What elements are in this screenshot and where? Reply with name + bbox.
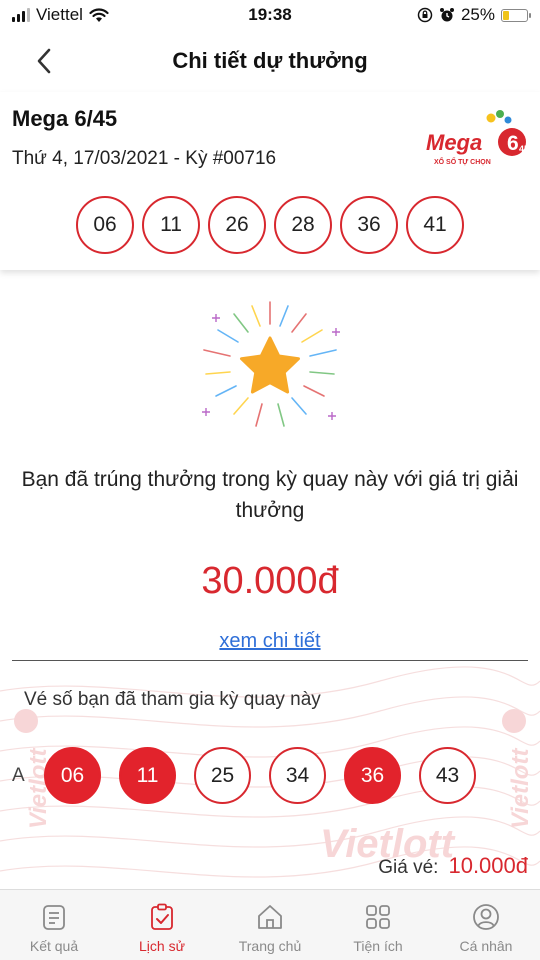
ticket-number-matched: 06: [44, 747, 101, 804]
home-icon: [258, 905, 282, 929]
svg-text:XỔ SỐ TỰ CHỌN: XỔ SỐ TỰ CHỌN: [434, 156, 491, 166]
status-right: 25%: [417, 5, 531, 25]
page-title: Chi tiết dự thưởng: [172, 48, 368, 73]
alarm-icon: [439, 8, 454, 22]
winning-number-ball: 36: [340, 196, 398, 254]
tab-label: Kết quả: [29, 938, 79, 954]
battery-percent: 25%: [460, 5, 495, 24]
svg-text:6: 6: [507, 132, 519, 155]
price-label: Giá vé:: [378, 857, 439, 878]
ticket-number-matched: 36: [344, 747, 401, 804]
winning-number-ball: 28: [274, 196, 332, 254]
status-bar: Viettel 19:38 25%: [0, 0, 540, 32]
game-name: Mega 6/45: [12, 106, 118, 131]
ticket-price: Giá vé: 10.000đ: [378, 853, 528, 879]
winning-number-ball: 06: [76, 196, 134, 254]
ticket-number: 34: [269, 747, 326, 804]
tab-label: Tiện ích: [353, 938, 403, 954]
draw-info: Thứ 4, 17/03/2021 - Kỳ #00716: [12, 148, 277, 169]
star-burst-icon: [202, 301, 340, 427]
view-details-link[interactable]: xem chi tiết: [0, 630, 540, 653]
draw-card: Mega 6/45 Thứ 4, 17/03/2021 - Kỳ #00716 …: [0, 92, 540, 270]
win-message: Bạn đã trúng thưởng trong kỳ quay này vớ…: [21, 468, 519, 522]
ticket-number: 25: [194, 747, 251, 804]
winning-number-ball: 11: [142, 196, 200, 254]
ticket-section: Vietlott Vietlott Vietlott Vé số bạn đã …: [0, 661, 540, 889]
ticket-number: 43: [419, 747, 476, 804]
winning-number-ball: 26: [208, 196, 266, 254]
svg-text:45: 45: [519, 144, 529, 154]
battery-level: [503, 10, 509, 20]
price-value: 10.000đ: [448, 853, 528, 878]
rotation-lock-icon: [417, 7, 433, 23]
ticket-heading: Vé số bạn đã tham gia kỳ quay này: [24, 689, 321, 710]
ticket-number-matched: 11: [119, 747, 176, 804]
tab-ca-nhan[interactable]: Cá nhân: [432, 890, 540, 960]
results-icon: [43, 905, 65, 930]
tab-bar: Kết quả Lịch sử Trang chủ Tiện ích Cá nh…: [0, 889, 540, 960]
mega-645-logo: 6 45 Mega XỔ SỐ TỰ CHỌN: [426, 110, 529, 166]
svg-text:Vietlott: Vietlott: [507, 748, 534, 829]
history-icon: [151, 903, 173, 930]
tab-ket-qua[interactable]: Kết quả: [0, 890, 108, 960]
tab-tien-ich[interactable]: Tiện ích: [324, 890, 432, 960]
tab-label: Trang chủ: [238, 938, 302, 954]
nav-header: Chi tiết dự thưởng: [0, 36, 540, 86]
profile-icon: [473, 904, 499, 930]
tab-trang-chu[interactable]: Trang chủ: [216, 890, 324, 960]
ticket-numbers: 06 11 25 34 36 43: [44, 747, 476, 804]
winning-number-ball: 41: [406, 196, 464, 254]
prize-amount: 30.000đ: [201, 560, 339, 602]
battery-icon: [501, 8, 531, 22]
svg-text:Mega: Mega: [426, 130, 482, 155]
winning-numbers: 06 11 26 28 36 41: [76, 196, 464, 254]
ticket-row-label: A: [12, 765, 25, 786]
tab-lich-su[interactable]: Lịch sử: [108, 890, 216, 960]
tab-label: Cá nhân: [459, 938, 513, 954]
tab-label: Lịch sử: [139, 938, 185, 954]
utilities-icon: [366, 905, 390, 929]
